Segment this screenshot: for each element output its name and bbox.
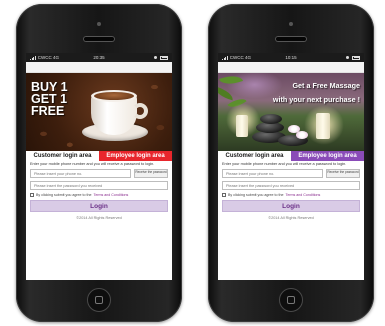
front-camera — [97, 22, 101, 26]
phone-number-input[interactable] — [222, 169, 323, 178]
status-bar: CWCC 4G 10:15 — [218, 53, 364, 62]
promo-text: Get a Free Massage with your next purcha… — [273, 79, 360, 107]
login-tabs: Customer login area Employee login area — [218, 151, 364, 161]
tab-employee-login[interactable]: Employee login area — [291, 151, 364, 161]
home-button[interactable] — [279, 288, 303, 312]
login-button[interactable]: Login — [222, 200, 360, 212]
terms-checkbox[interactable] — [30, 193, 34, 197]
copyright-footer: ©2014 All Rights Reserved — [76, 216, 122, 220]
earpiece-speaker — [275, 36, 307, 42]
login-form: Enter your mobile phone number and you w… — [26, 161, 172, 220]
login-instructions: Enter your mobile phone number and you w… — [30, 162, 155, 166]
stone-image — [260, 114, 282, 124]
promo-line: Get a Free Massage — [292, 81, 360, 90]
promo-text: BUY 1 GET 1 FREE — [31, 81, 68, 118]
terms-link[interactable]: Terms and Conditions — [94, 193, 129, 197]
terms-text: By clicking submit you agree to the — [228, 193, 284, 197]
terms-text: By clicking submit you agree to the — [36, 193, 92, 197]
home-button[interactable] — [87, 288, 111, 312]
status-time: 20:35 — [93, 55, 105, 60]
phone-screen: CWCC 4G 20:35 BUY 1 GET 1 FREE Customer … — [26, 53, 172, 280]
password-input[interactable] — [30, 181, 168, 190]
status-time: 10:15 — [285, 55, 297, 60]
status-bar: CWCC 4G 20:35 — [26, 53, 172, 62]
receive-password-button[interactable]: Receive the password — [134, 169, 168, 178]
login-form: Enter your mobile phone number and you w… — [218, 161, 364, 220]
password-input[interactable] — [222, 181, 360, 190]
receive-password-button[interactable]: Receive the password — [326, 169, 360, 178]
battery-icon — [352, 55, 360, 60]
login-tabs: Customer login area Employee login area — [26, 151, 172, 161]
terms-checkbox[interactable] — [222, 193, 226, 197]
tab-customer-login[interactable]: Customer login area — [218, 151, 291, 161]
promo-line: FREE — [31, 104, 65, 118]
phone-left: CWCC 4G 20:35 BUY 1 GET 1 FREE Customer … — [16, 4, 182, 322]
battery-icon — [160, 55, 168, 60]
tab-employee-login[interactable]: Employee login area — [99, 151, 172, 161]
candle-image — [316, 113, 330, 139]
promo-banner: BUY 1 GET 1 FREE — [26, 73, 172, 151]
flower-image — [296, 131, 308, 139]
copyright-footer: ©2014 All Rights Reserved — [268, 216, 314, 220]
candle-image — [236, 115, 248, 137]
login-instructions: Enter your mobile phone number and you w… — [222, 162, 347, 166]
earpiece-speaker — [83, 36, 115, 42]
browser-bar — [26, 62, 172, 73]
promo-banner: Get a Free Massage with your next purcha… — [218, 73, 364, 151]
browser-bar — [218, 62, 364, 73]
promo-line: with your next purchase ! — [272, 95, 360, 104]
phone-screen: CWCC 4G 10:15 Get a Free Massage with yo… — [218, 53, 364, 280]
login-button[interactable]: Login — [30, 200, 168, 212]
phone-number-input[interactable] — [30, 169, 131, 178]
tab-customer-login[interactable]: Customer login area — [26, 151, 99, 161]
front-camera — [289, 22, 293, 26]
terms-link[interactable]: Terms and Conditions — [286, 193, 321, 197]
phone-right: CWCC 4G 10:15 Get a Free Massage with yo… — [208, 4, 374, 322]
